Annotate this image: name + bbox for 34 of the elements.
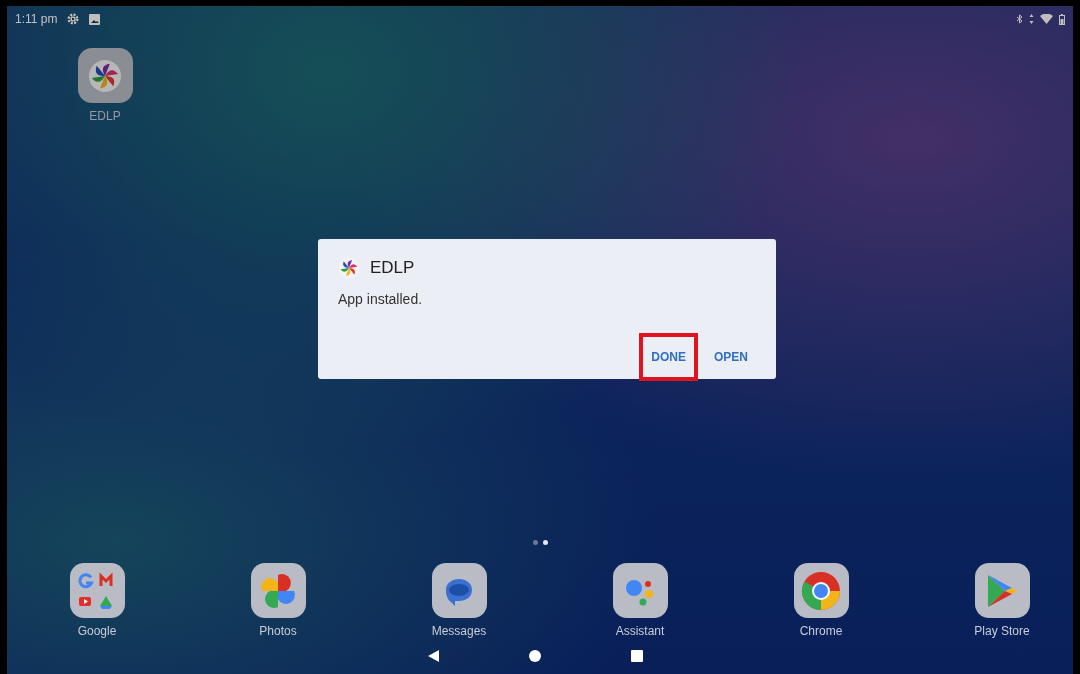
pinwheel-icon	[338, 257, 360, 279]
app-icon[interactable]	[974, 563, 1030, 618]
dialog-message: App installed.	[338, 291, 424, 307]
dialog-button[interactable]: DONE	[639, 333, 698, 381]
app-icon[interactable]	[69, 563, 125, 618]
app-icon[interactable]	[612, 563, 668, 618]
app-label: Assistant	[615, 624, 665, 638]
recents-icon[interactable]	[630, 650, 643, 662]
settings-icon	[67, 13, 80, 25]
app-label: EDLP	[89, 109, 121, 123]
status-time: 1:11 pm	[15, 12, 58, 26]
battery-icon	[1059, 13, 1065, 25]
app-label: Play Store	[974, 624, 1030, 638]
app-label: Chrome	[799, 624, 843, 638]
play-triangle-icon	[985, 572, 1019, 609]
image-icon	[89, 13, 101, 25]
dialog-title: EDLP	[370, 258, 415, 278]
dialog-button[interactable]: OPEN	[702, 333, 760, 381]
app-label: Google	[77, 624, 117, 638]
app-label: Photos	[259, 624, 297, 638]
browser-icon	[800, 569, 842, 612]
data-arrows-icon	[1029, 14, 1034, 24]
app-icon[interactable]	[250, 563, 306, 618]
page-indicator-dot[interactable]	[542, 540, 548, 545]
page-indicator-dot[interactable]	[532, 540, 538, 545]
app-label: Messages	[431, 624, 487, 638]
app-icon[interactable]	[431, 563, 487, 618]
app-icon[interactable]	[793, 563, 849, 618]
app-icon[interactable]	[77, 48, 133, 103]
bluetooth-icon	[1016, 14, 1023, 24]
pinwheel-icon	[88, 58, 122, 93]
wifi-icon	[1040, 14, 1053, 24]
home-icon[interactable]	[528, 650, 541, 662]
back-icon[interactable]	[427, 650, 439, 662]
